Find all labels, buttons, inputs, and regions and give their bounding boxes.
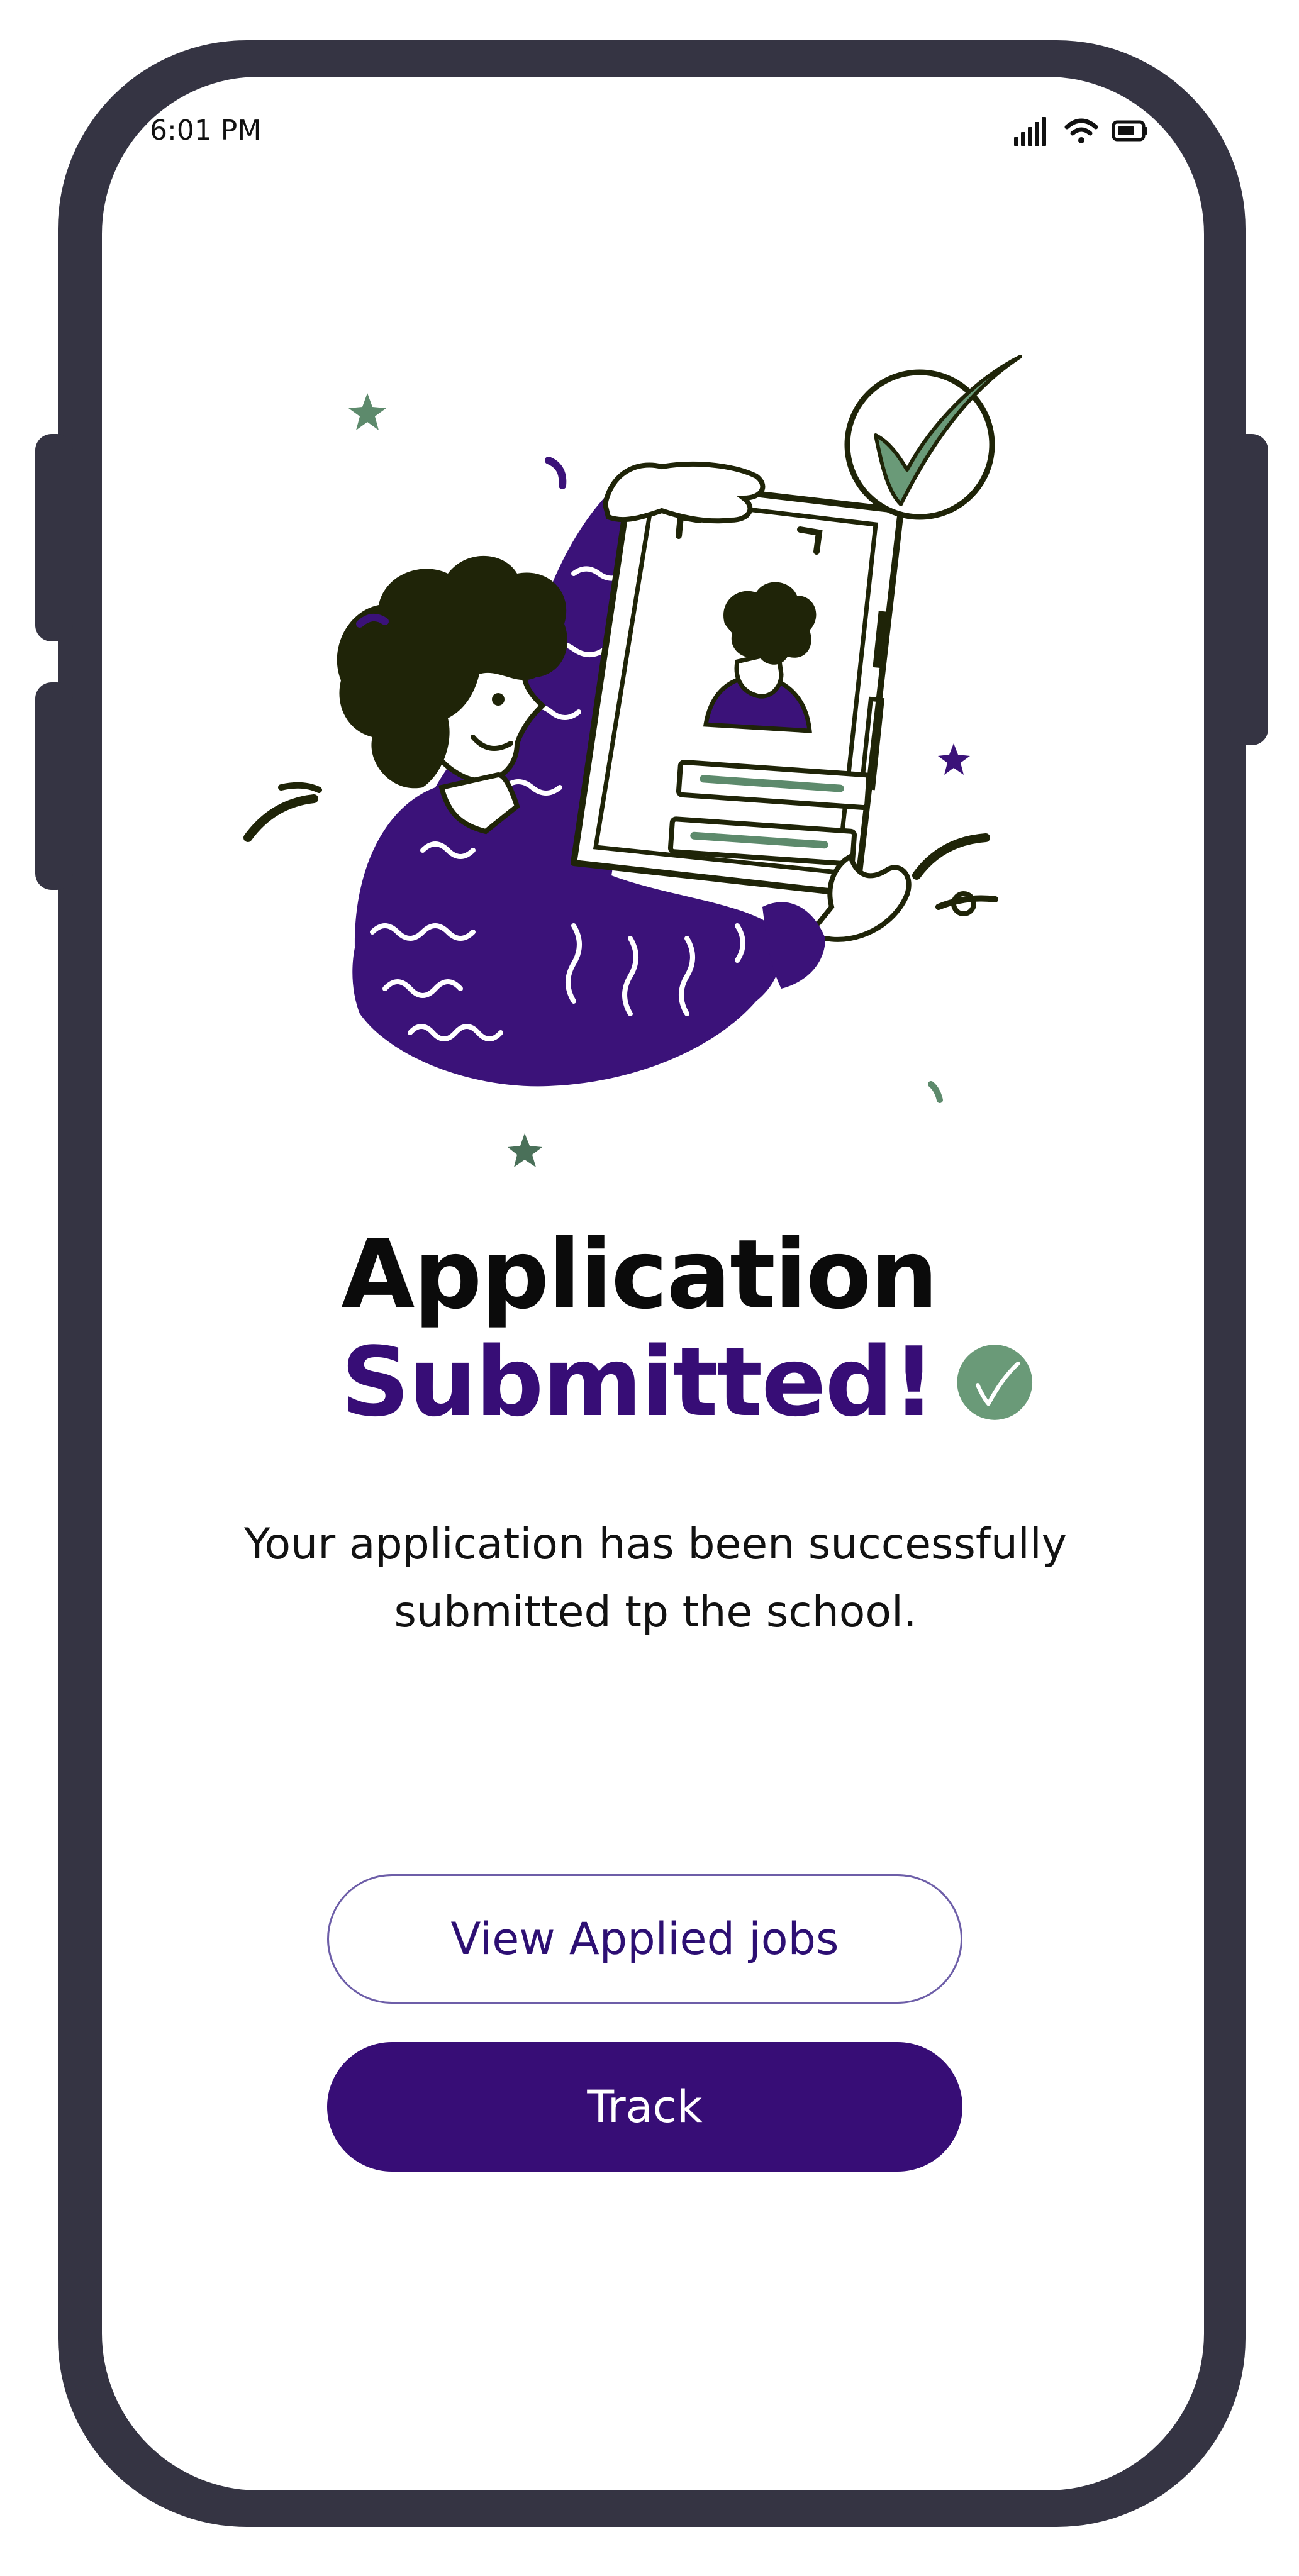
eye (492, 693, 505, 706)
person-holding-document-illustration (243, 355, 1022, 1167)
document-icon (571, 476, 904, 897)
check-badge-icon (844, 355, 1022, 520)
sparkle-arc (545, 457, 567, 489)
motion-line (912, 833, 990, 880)
star-icon (348, 393, 386, 430)
phone-screen: 6:01 PM Application Submitted! Your appl… (102, 77, 1204, 2490)
title-block: Application Submitted! (341, 1221, 1033, 1436)
star-icon (508, 1133, 542, 1167)
page-title-line1: Application (341, 1219, 939, 1330)
view-applied-jobs-button[interactable]: View Applied jobs (327, 1874, 962, 2004)
status-time: 6:01 PM (150, 114, 262, 147)
page-title-line2-row: Submitted! (341, 1328, 1033, 1436)
battery-icon (1112, 120, 1147, 142)
volume-up-button (35, 434, 73, 641)
track-button[interactable]: Track (327, 2042, 962, 2172)
star-icon (938, 743, 970, 775)
top-hand (602, 462, 766, 524)
success-message: Your application has been successfully s… (244, 1519, 1067, 1637)
signal-icon (1014, 117, 1046, 146)
wifi-icon (1064, 118, 1098, 143)
power-button (1230, 434, 1268, 745)
motion-line (278, 782, 322, 793)
status-icons (1014, 117, 1147, 146)
check-circle-icon (956, 1345, 1032, 1420)
sparkle-arc (928, 1081, 943, 1103)
page-title-line2: Submitted! (341, 1326, 936, 1438)
motion-line (935, 895, 998, 910)
volume-down-button (35, 682, 73, 890)
motion-line (243, 794, 318, 842)
